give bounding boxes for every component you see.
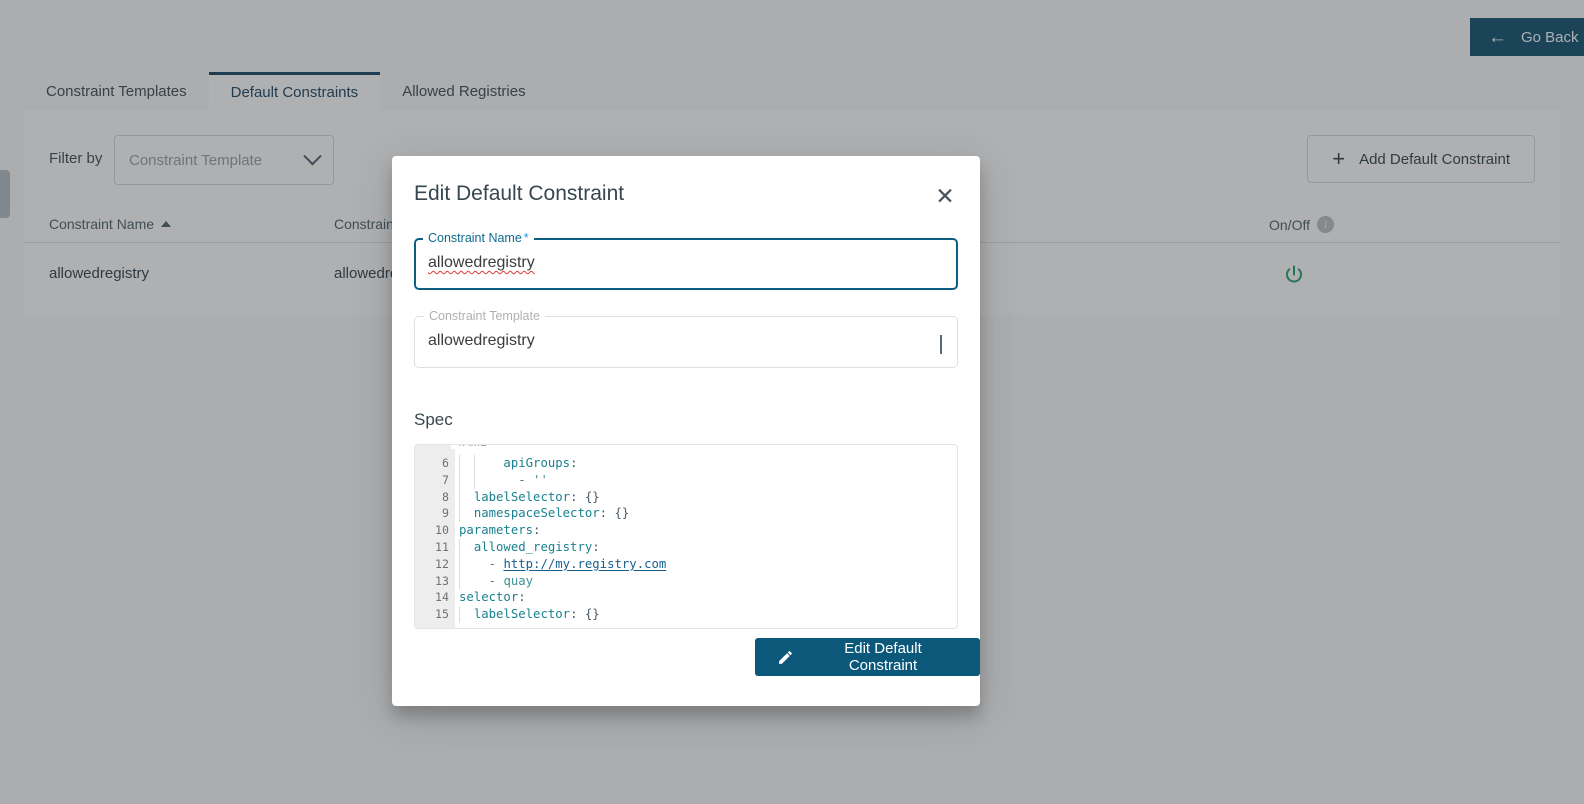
code-line: 12 - http://my.registry.com [415, 556, 957, 573]
constraint-template-value: allowedregistry [428, 332, 535, 350]
constraint-name-input[interactable]: allowedregistry [428, 254, 535, 272]
pencil-icon [777, 649, 794, 666]
code-link[interactable]: http://my.registry.com [503, 557, 666, 571]
code-line: 14 selector: [415, 589, 957, 606]
code-text: allowed_registry: [459, 539, 600, 556]
line-number: 14 [415, 589, 449, 606]
code-token: : {} [570, 490, 600, 504]
code-token: '' [533, 473, 548, 487]
code-text: labelSelector: {} [459, 489, 600, 506]
code-line: 6 apiGroups: [415, 455, 957, 472]
code-text: - http://my.registry.com [459, 556, 666, 573]
code-token: : [592, 540, 599, 554]
code-token: : {} [600, 506, 630, 520]
code-token: : [518, 590, 525, 604]
code-token: allowed_registry [474, 540, 592, 554]
line-number: 6 [415, 455, 449, 472]
dialog-title: Edit Default Constraint [414, 182, 624, 206]
code-token: : [570, 456, 577, 470]
code-line: 13 - quay [415, 573, 957, 590]
code-text: labelSelector: {} [459, 606, 600, 623]
code-text: parameters: [459, 522, 540, 539]
code-line: 7 - '' [415, 472, 957, 489]
code-text: - quay [459, 573, 533, 590]
line-number: 13 [415, 573, 449, 590]
code-line: 9 namespaceSelector: {} [415, 505, 957, 522]
constraint-template-select[interactable]: Constraint Template allowedregistry [414, 316, 958, 368]
chevron-down-icon [940, 335, 942, 353]
code-token: apiGroups [503, 456, 570, 470]
code-token: labelSelector [474, 607, 570, 621]
constraint-name-label: Constraint Name* [423, 230, 534, 246]
code-token: - [518, 473, 533, 487]
code-text: selector: [459, 589, 526, 606]
code-text: - '' [459, 472, 548, 489]
code-text: namespaceSelector: {} [459, 505, 629, 522]
line-number: 9 [415, 505, 449, 522]
code-text: apiGroups: [459, 455, 577, 472]
constraint-template-label: Constraint Template [424, 308, 545, 324]
code-token: : [533, 523, 540, 537]
constraint-name-field[interactable]: Constraint Name* allowedregistry [414, 238, 958, 290]
edit-default-constraint-submit-button[interactable]: Edit Default Constraint [755, 638, 980, 676]
yaml-editor[interactable]: YAML 6 apiGroups:7 - ''8 labelSelector: … [414, 444, 958, 629]
line-number: 7 [415, 472, 449, 489]
line-number: 11 [415, 539, 449, 556]
edit-default-constraint-dialog: Edit Default Constraint ✕ Constraint Nam… [392, 156, 980, 706]
code-token: - [489, 557, 504, 571]
code-token: labelSelector [474, 490, 570, 504]
close-icon[interactable]: ✕ [930, 181, 960, 211]
line-number: 8 [415, 489, 449, 506]
line-number: 15 [415, 606, 449, 623]
code-token: : {} [570, 607, 600, 621]
submit-label: Edit Default Constraint [808, 640, 958, 674]
code-line: 8 labelSelector: {} [415, 489, 957, 506]
yaml-code[interactable]: 6 apiGroups:7 - ''8 labelSelector: {}9 n… [415, 455, 957, 623]
code-line: 10 parameters: [415, 522, 957, 539]
code-token: - [489, 574, 504, 588]
line-number: 10 [415, 522, 449, 539]
code-line: 15 labelSelector: {} [415, 606, 957, 623]
code-token: selector [459, 590, 518, 604]
line-number: 12 [415, 556, 449, 573]
code-token: namespaceSelector [474, 506, 600, 520]
code-token: parameters [459, 523, 533, 537]
spec-heading: Spec [414, 410, 453, 430]
code-token: quay [503, 574, 533, 588]
code-line: 11 allowed_registry: [415, 539, 957, 556]
editor-legend: YAML [451, 444, 491, 449]
